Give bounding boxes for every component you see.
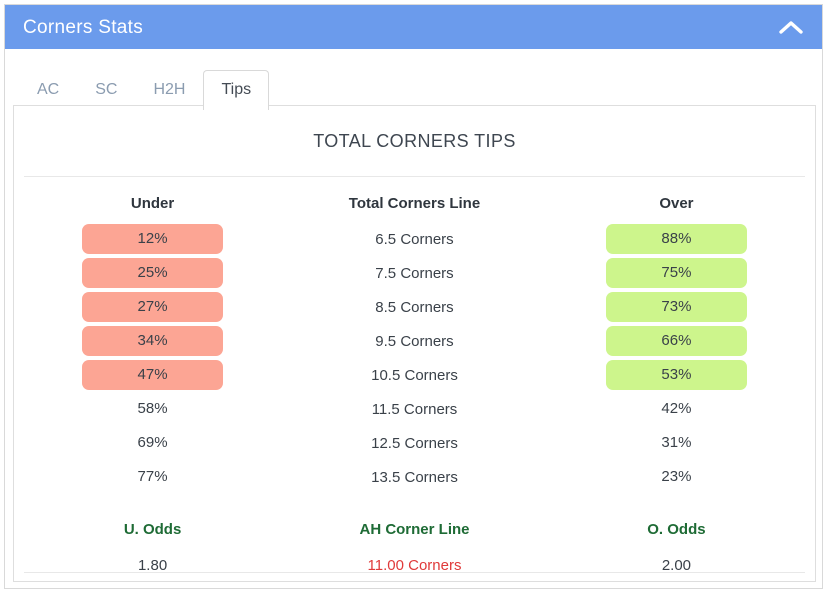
page-title: Corners Stats bbox=[23, 16, 144, 38]
over-pct: 31% bbox=[661, 434, 692, 451]
over-odds-value: 2.00 bbox=[661, 556, 692, 574]
column-header-line: Total Corners Line bbox=[348, 195, 481, 212]
over-pct-bar: 73% bbox=[605, 292, 747, 322]
ah-corner-line-value: 11.00 Corners bbox=[367, 556, 462, 574]
under-pct-bar: 12% bbox=[82, 224, 224, 254]
odds-label-over: O. Odds bbox=[647, 521, 706, 538]
under-cell: 47% bbox=[14, 358, 291, 392]
table-row: 69% 12.5 Corners 31% bbox=[14, 426, 815, 460]
line-cell: 11.5 Corners bbox=[371, 400, 458, 418]
under-cell: 27% bbox=[14, 290, 291, 324]
table-header-row: Under Total Corners Line Over bbox=[14, 177, 815, 222]
table-row: 77% 13.5 Corners 23% bbox=[14, 460, 815, 494]
line-cell: 8.5 Corners bbox=[375, 298, 454, 316]
column-header-over: Over bbox=[659, 195, 694, 212]
under-cell: 34% bbox=[14, 324, 291, 358]
under-pct-bar: 27% bbox=[82, 292, 224, 322]
over-pct-bar: 88% bbox=[605, 224, 747, 254]
under-pct-bar: 25% bbox=[82, 258, 224, 288]
odds-value-row: 1.80 11.00 Corners 2.00 bbox=[14, 547, 815, 583]
table-row: 27% 8.5 Corners 73% bbox=[14, 290, 815, 324]
total-corners-tips-table: Under Total Corners Line Over 12% 6.5 Co… bbox=[14, 177, 815, 583]
line-cell: 10.5 Corners bbox=[371, 366, 458, 384]
tab-h2h[interactable]: H2H bbox=[135, 70, 203, 110]
under-cell: 69% bbox=[14, 426, 291, 460]
table-row: 47% 10.5 Corners 53% bbox=[14, 358, 815, 392]
over-pct-bar: 66% bbox=[605, 326, 747, 356]
under-pct: 69% bbox=[137, 434, 168, 451]
line-cell: 7.5 Corners bbox=[375, 264, 454, 282]
table-row: 25% 7.5 Corners 75% bbox=[14, 256, 815, 290]
tab-sc[interactable]: SC bbox=[77, 70, 135, 110]
tips-panel: TOTAL CORNERS TIPS Under Total Corners L… bbox=[13, 105, 816, 582]
line-cell: 13.5 Corners bbox=[371, 468, 458, 486]
under-cell: 25% bbox=[14, 256, 291, 290]
over-cell: 88% bbox=[538, 222, 815, 256]
corners-stats-card: Corners Stats AC SC H2H Tips TOTAL CORNE… bbox=[4, 4, 823, 589]
over-pct: 42% bbox=[661, 400, 692, 417]
tab-ac[interactable]: AC bbox=[19, 70, 77, 110]
over-cell: 31% bbox=[538, 426, 815, 460]
over-pct-bar: 53% bbox=[605, 360, 747, 390]
tab-tips[interactable]: Tips bbox=[203, 70, 270, 110]
card-header: Corners Stats bbox=[5, 5, 822, 49]
under-cell: 58% bbox=[14, 392, 291, 426]
under-pct: 77% bbox=[137, 468, 168, 485]
under-cell: 12% bbox=[14, 222, 291, 256]
corners-stats-widget: Corners Stats AC SC H2H Tips TOTAL CORNE… bbox=[0, 0, 829, 593]
under-odds-value: 1.80 bbox=[137, 556, 168, 574]
over-cell: 23% bbox=[538, 460, 815, 494]
over-cell: 42% bbox=[538, 392, 815, 426]
bottom-divider bbox=[24, 572, 805, 573]
over-cell: 66% bbox=[538, 324, 815, 358]
column-header-under: Under bbox=[130, 195, 175, 212]
odds-label-line: AH Corner Line bbox=[359, 521, 470, 538]
chevron-up-icon[interactable] bbox=[774, 10, 808, 44]
line-cell: 9.5 Corners bbox=[375, 332, 454, 350]
over-pct: 23% bbox=[661, 468, 692, 485]
under-pct-bar: 34% bbox=[82, 326, 224, 356]
over-cell: 53% bbox=[538, 358, 815, 392]
panel-title: TOTAL CORNERS TIPS bbox=[313, 131, 516, 151]
under-cell: 77% bbox=[14, 460, 291, 494]
tab-bar: AC SC H2H Tips bbox=[5, 49, 822, 110]
odds-header-row: U. Odds AH Corner Line O. Odds bbox=[14, 494, 815, 547]
over-cell: 73% bbox=[538, 290, 815, 324]
line-cell: 6.5 Corners bbox=[375, 230, 454, 248]
table-row: 34% 9.5 Corners 66% bbox=[14, 324, 815, 358]
under-pct: 58% bbox=[137, 400, 168, 417]
odds-label-under: U. Odds bbox=[123, 521, 182, 538]
table-row: 58% 11.5 Corners 42% bbox=[14, 392, 815, 426]
over-cell: 75% bbox=[538, 256, 815, 290]
over-pct-bar: 75% bbox=[605, 258, 747, 288]
line-cell: 12.5 Corners bbox=[371, 434, 458, 452]
table-row: 12% 6.5 Corners 88% bbox=[14, 222, 815, 256]
under-pct-bar: 47% bbox=[82, 360, 224, 390]
